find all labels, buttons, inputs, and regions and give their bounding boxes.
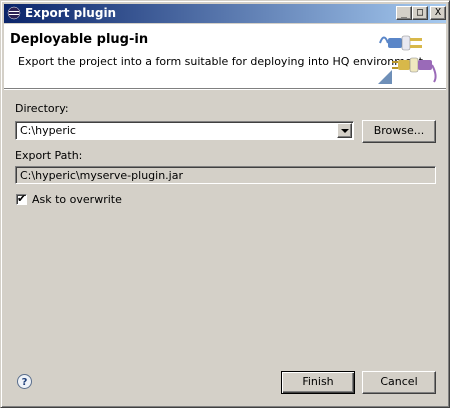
browse-button[interactable]: Browse... [362,120,436,143]
overwrite-label[interactable]: Ask to overwrite [32,193,122,206]
banner-description: Export the project into a form suitable … [18,55,423,68]
directory-label: Directory: [15,102,69,115]
minimize-button[interactable]: _ [396,6,412,20]
banner-separator [4,89,446,90]
plugin-plugs-icon [378,35,437,84]
help-icon[interactable]: ? [17,374,32,389]
checkmark-icon: ✔ [17,192,27,205]
title-bar[interactable]: Export plugin _ □ X [4,4,446,23]
export-path-field: C:\hyperic\myserve-plugin.jar [15,166,436,184]
close-button[interactable]: X [430,6,446,20]
banner-title: Deployable plug-in [10,32,149,47]
directory-combo[interactable]: C:\hyperic [15,121,354,140]
export-path-value: C:\hyperic\myserve-plugin.jar [20,169,183,182]
eclipse-icon [7,6,21,20]
overwrite-checkbox[interactable]: ✔ [16,192,27,205]
maximize-button[interactable]: □ [412,6,428,20]
directory-value: C:\hyperic [20,124,76,137]
wizard-banner: Deployable plug-in Export the project in… [4,24,446,89]
cancel-button[interactable]: Cancel [362,371,436,394]
export-path-label: Export Path: [15,149,83,162]
finish-button[interactable]: Finish [281,371,355,394]
export-plugin-dialog: Export plugin _ □ X Deployable plug-in E… [0,0,450,408]
chevron-down-icon[interactable] [337,123,352,138]
window-title: Export plugin [25,6,117,20]
